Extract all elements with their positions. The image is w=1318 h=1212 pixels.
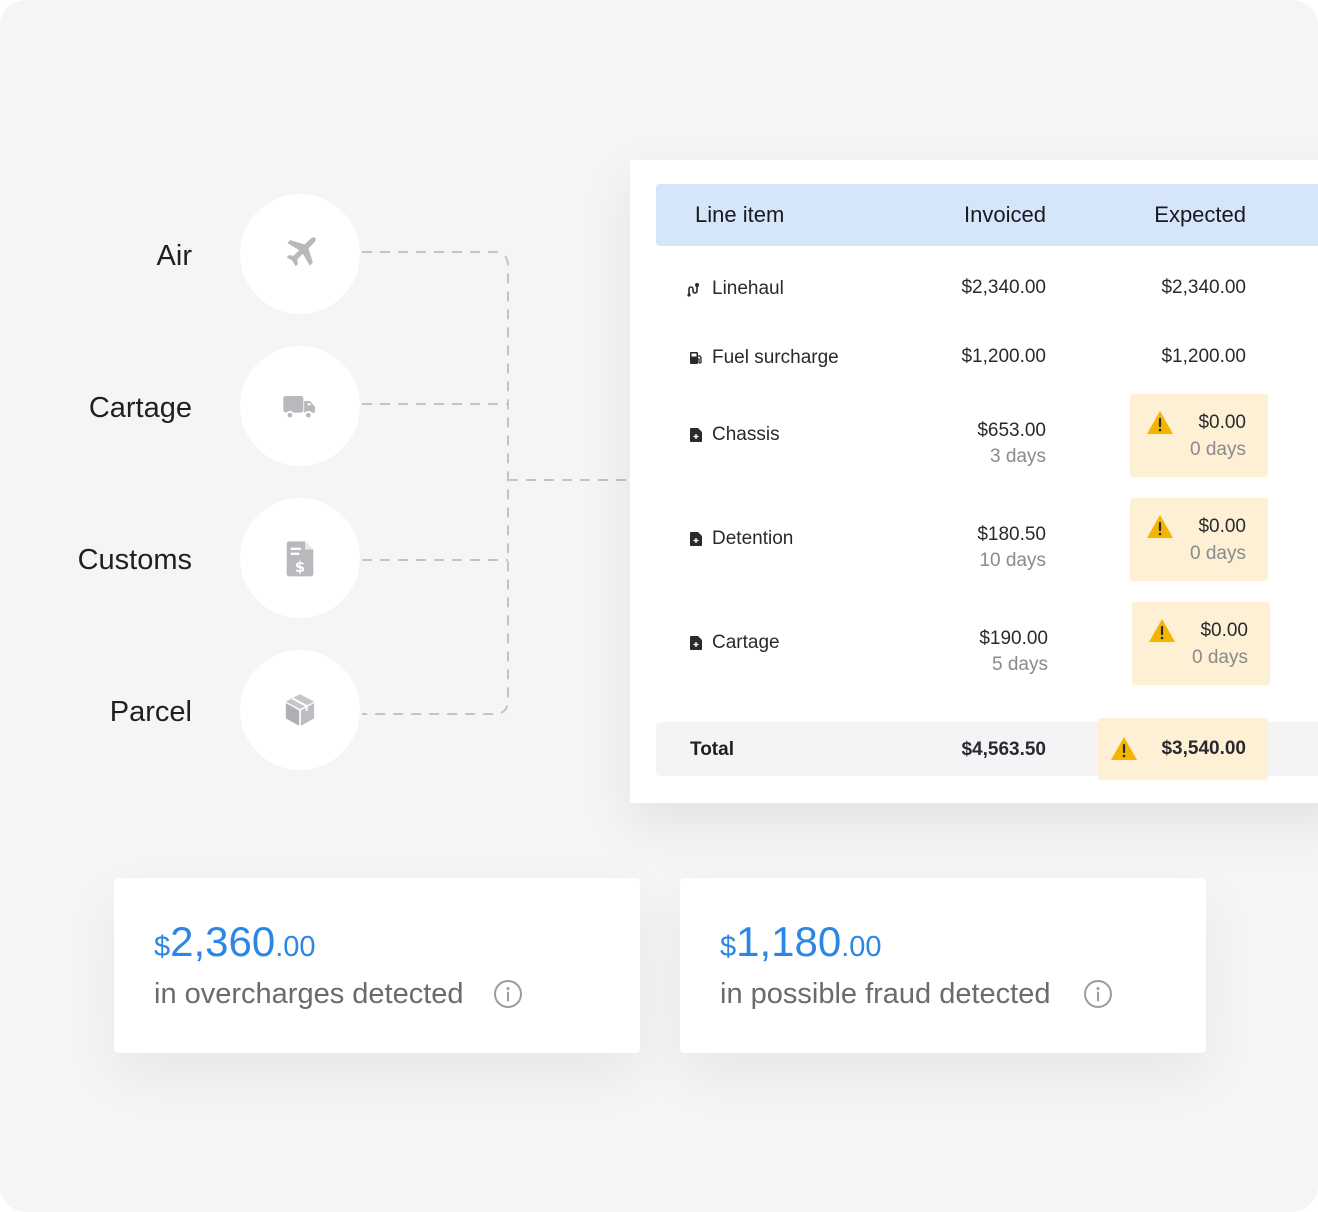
row-expected-days: 0 days bbox=[1190, 543, 1246, 564]
info-icon[interactable] bbox=[1083, 979, 1113, 1009]
mode-label-parcel: Parcel bbox=[109, 696, 192, 728]
row-label: Detention bbox=[712, 528, 794, 549]
row-invoiced-days: 5 days bbox=[992, 654, 1048, 675]
row-expected: $0.00 bbox=[1200, 620, 1248, 641]
invoice-dollar-icon: $ bbox=[286, 541, 314, 577]
row-invoiced: $2,340.00 bbox=[961, 277, 1046, 298]
warning-icon bbox=[1111, 737, 1137, 760]
mode-label-cartage: Cartage bbox=[88, 392, 192, 424]
row-invoiced: $653.00 bbox=[977, 420, 1046, 441]
row-invoiced-days: 10 days bbox=[979, 550, 1046, 571]
package-icon bbox=[285, 694, 315, 726]
total-invoiced: $4,563.50 bbox=[961, 739, 1046, 760]
row-invoiced: $180.50 bbox=[977, 524, 1046, 545]
overcharges-amount: $2,360.00 bbox=[154, 918, 316, 965]
header-invoiced: Invoiced bbox=[964, 202, 1046, 227]
row-expected-days: 0 days bbox=[1190, 439, 1246, 460]
row-expected: $0.00 bbox=[1198, 516, 1246, 537]
row-expected: $1,200.00 bbox=[1161, 346, 1246, 367]
document-plus-icon bbox=[690, 636, 702, 650]
truck-icon bbox=[283, 396, 315, 420]
total-expected-warning-cell: $3,540.00 bbox=[1098, 718, 1268, 780]
mode-label-air: Air bbox=[156, 240, 192, 272]
fraud-amount: $1,180.00 bbox=[720, 918, 882, 965]
row-label: Chassis bbox=[712, 424, 780, 445]
table-header: Line item Invoiced Expected bbox=[656, 184, 1318, 246]
row-expected: $2,340.00 bbox=[1161, 277, 1246, 298]
mode-label-customs: Customs bbox=[77, 544, 192, 576]
row-invoiced: $1,200.00 bbox=[961, 346, 1046, 367]
total-row: Total $4,563.50 $3,540.00 bbox=[656, 718, 1318, 780]
mode-customs[interactable]: $ bbox=[240, 498, 360, 618]
document-plus-icon bbox=[690, 428, 702, 442]
row-label: Cartage bbox=[712, 632, 780, 653]
header-expected: Expected bbox=[1154, 202, 1246, 227]
mode-cartage[interactable] bbox=[240, 346, 360, 466]
fraud-description: in possible fraud detected bbox=[720, 978, 1051, 1010]
expected-warning-cell: $0.00 0 days bbox=[1132, 602, 1270, 685]
overcharges-description: in overcharges detected bbox=[154, 978, 464, 1010]
row-expected: $0.00 bbox=[1198, 412, 1246, 433]
info-icon[interactable] bbox=[493, 979, 523, 1009]
fuel-pump-icon bbox=[690, 352, 702, 364]
row-label: Fuel surcharge bbox=[712, 347, 839, 368]
expected-warning-cell: $0.00 0 days bbox=[1130, 498, 1268, 581]
total-label: Total bbox=[690, 739, 734, 760]
fraud-stat-card: $1,180.00 in possible fraud detected bbox=[680, 878, 1206, 1053]
row-invoiced: $190.00 bbox=[979, 628, 1048, 649]
expected-warning-cell: $0.00 0 days bbox=[1130, 394, 1268, 477]
warning-icon bbox=[1147, 411, 1173, 434]
airplane-icon bbox=[286, 237, 316, 267]
route-icon bbox=[687, 283, 699, 297]
svg-text:$: $ bbox=[295, 558, 305, 576]
mode-parcel[interactable] bbox=[240, 650, 360, 770]
row-label: Linehaul bbox=[712, 278, 784, 299]
document-plus-icon bbox=[690, 532, 702, 546]
warning-icon bbox=[1147, 515, 1173, 538]
warning-icon bbox=[1149, 619, 1175, 642]
total-expected: $3,540.00 bbox=[1161, 738, 1246, 759]
overcharges-stat-card: $2,360.00 in overcharges detected bbox=[114, 878, 640, 1053]
canvas: Air Cartage Customs $ Parcel Line item I… bbox=[0, 0, 1318, 1212]
row-invoiced-days: 3 days bbox=[990, 446, 1046, 467]
mode-air[interactable] bbox=[240, 194, 360, 314]
row-expected-days: 0 days bbox=[1192, 647, 1248, 668]
header-line-item: Line item bbox=[695, 202, 785, 227]
invoice-audit-table: Line item Invoiced Expected Linehaul $2,… bbox=[630, 160, 1318, 803]
